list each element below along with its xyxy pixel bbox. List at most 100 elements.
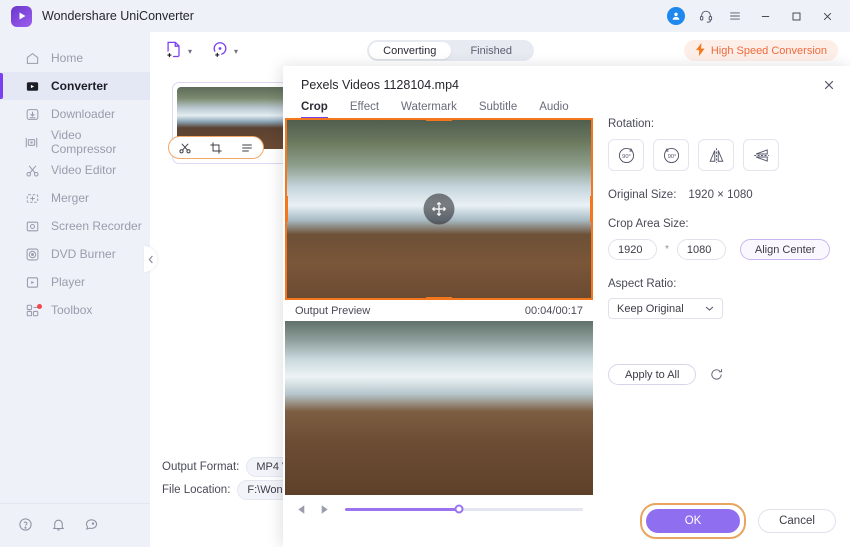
original-size-row: Original Size: 1920 × 1080 [608,189,848,201]
crop-width-input[interactable] [608,239,657,260]
crop-area-size-label: Crop Area Size: [608,218,689,230]
download-icon [24,106,40,122]
sidebar-footer [0,503,150,547]
sidebar-item-video-editor[interactable]: Video Editor [0,156,150,184]
main-toolbar: ▾ ▾ Converting Finished High Speed Conve… [150,32,850,70]
original-size-label: Original Size: [608,189,677,201]
sidebar-items: Home Converter Downloader Video Compress… [0,32,150,324]
sidebar-item-label: DVD Burner [51,247,116,261]
sidebar-item-downloader[interactable]: Downloader [0,100,150,128]
effect-icon[interactable] [240,141,254,155]
tab-crop[interactable]: Crop [301,101,328,119]
sidebar-item-label: Video Compressor [50,128,117,156]
tab-audio[interactable]: Audio [539,101,568,119]
rotate-right-90-button[interactable]: 90° [608,139,644,171]
add-disc-caret: ▾ [234,46,239,56]
tab-finished[interactable]: Finished [451,42,533,59]
tab-effect[interactable]: Effect [350,101,379,119]
lightning-bolt-icon [695,42,706,59]
flip-vertical-button[interactable] [743,139,779,171]
compressor-icon [24,134,40,150]
crop-height-input[interactable] [676,239,726,260]
bell-icon[interactable] [51,517,66,535]
crop-size-separator: * [665,244,669,255]
hamburger-menu-icon[interactable] [722,3,748,29]
rotate-left-90-button[interactable]: 90° [653,139,689,171]
original-size-value: 1920 × 1080 [688,189,753,201]
playback-slider-knob[interactable] [454,504,464,514]
tab-watermark[interactable]: Watermark [401,101,457,119]
user-avatar[interactable] [664,3,690,29]
converter-icon [24,78,40,94]
close-button[interactable] [813,3,841,29]
apply-to-all-button[interactable]: Apply to All [608,364,697,385]
previous-frame-icon[interactable] [295,503,308,516]
tab-converting[interactable]: Converting [369,42,451,59]
home-icon [24,50,40,66]
aspect-ratio-select[interactable]: Keep Original [608,298,723,319]
sidebar-item-toolbox[interactable]: Toolbox [0,296,150,324]
help-icon[interactable] [18,517,33,535]
window-controls [664,3,850,29]
sidebar-item-label: Screen Recorder [51,219,142,233]
sidebar-item-label: Video Editor [51,163,117,177]
sidebar-item-merger[interactable]: Merger [0,184,150,212]
next-frame-icon[interactable] [318,503,331,516]
toolbox-new-badge [37,304,42,309]
headset-icon[interactable] [693,3,719,29]
file-location-label: File Location: [162,484,231,496]
dialog-tabs: Crop Effect Watermark Subtitle Audio [301,101,569,119]
crop-handle-right[interactable] [590,196,593,222]
move-handle-icon[interactable] [423,193,455,225]
svg-text:90°: 90° [622,153,631,159]
sidebar-item-dvd-burner[interactable]: DVD Burner [0,240,150,268]
align-center-button[interactable]: Align Center [739,239,831,260]
cancel-button[interactable]: Cancel [758,509,836,533]
playback-time: 00:04/00:17 [524,304,583,317]
add-file-icon [164,40,184,63]
disc-icon [24,246,40,262]
sidebar-item-home[interactable]: Home [0,44,150,72]
tab-subtitle[interactable]: Subtitle [479,101,517,119]
svg-text:90°: 90° [667,153,676,159]
title-bar: Wondershare UniConverter [0,0,850,32]
app-title: Wondershare UniConverter [42,9,194,23]
crop-handle-top[interactable] [426,118,452,121]
high-speed-conversion-button[interactable]: High Speed Conversion [683,40,838,61]
maximize-button[interactable] [782,3,810,29]
playback-slider[interactable] [345,504,583,514]
sidebar: Home Converter Downloader Video Compress… [0,32,150,547]
crop-handle-left[interactable] [285,196,288,222]
reset-icon[interactable] [709,367,724,382]
playback-progress-fill [345,507,460,511]
high-speed-label: High Speed Conversion [710,44,827,57]
feedback-icon[interactable] [84,517,99,535]
sidebar-item-label: Home [51,51,84,65]
sidebar-item-video-compressor[interactable]: Video Compressor [0,128,150,156]
add-disc-button[interactable]: ▾ [210,40,238,63]
crop-icon[interactable] [209,141,223,155]
sidebar-item-label: Merger [51,191,90,205]
sidebar-item-label: Downloader [51,107,116,121]
aspect-ratio-value: Keep Original [617,302,684,315]
dialog-close-button[interactable] [818,74,840,96]
sidebar-item-player[interactable]: Player [0,268,150,296]
crop-editor-view[interactable] [285,118,593,300]
minimize-button[interactable] [751,3,779,29]
app-logo-icon [11,5,32,27]
apply-row: Apply to All [608,364,848,385]
status-segmented-control: Converting Finished [367,40,534,61]
add-disc-icon [210,40,230,63]
sidebar-item-converter[interactable]: Converter [0,72,150,100]
add-files-button[interactable]: ▾ [164,40,192,63]
ok-button[interactable]: OK [646,509,740,533]
dialog-title: Pexels Videos 1128104.mp4 [301,78,459,92]
rotation-buttons: 90° 90° [608,139,848,171]
scissors-icon [24,162,40,178]
playback-controls [285,495,850,547]
crop-dialog: Pexels Videos 1128104.mp4 Crop Effect Wa… [283,66,850,547]
sidebar-item-screen-recorder[interactable]: Screen Recorder [0,212,150,240]
trim-icon[interactable] [178,141,192,155]
chevron-down-icon [705,303,714,315]
flip-horizontal-button[interactable] [698,139,734,171]
